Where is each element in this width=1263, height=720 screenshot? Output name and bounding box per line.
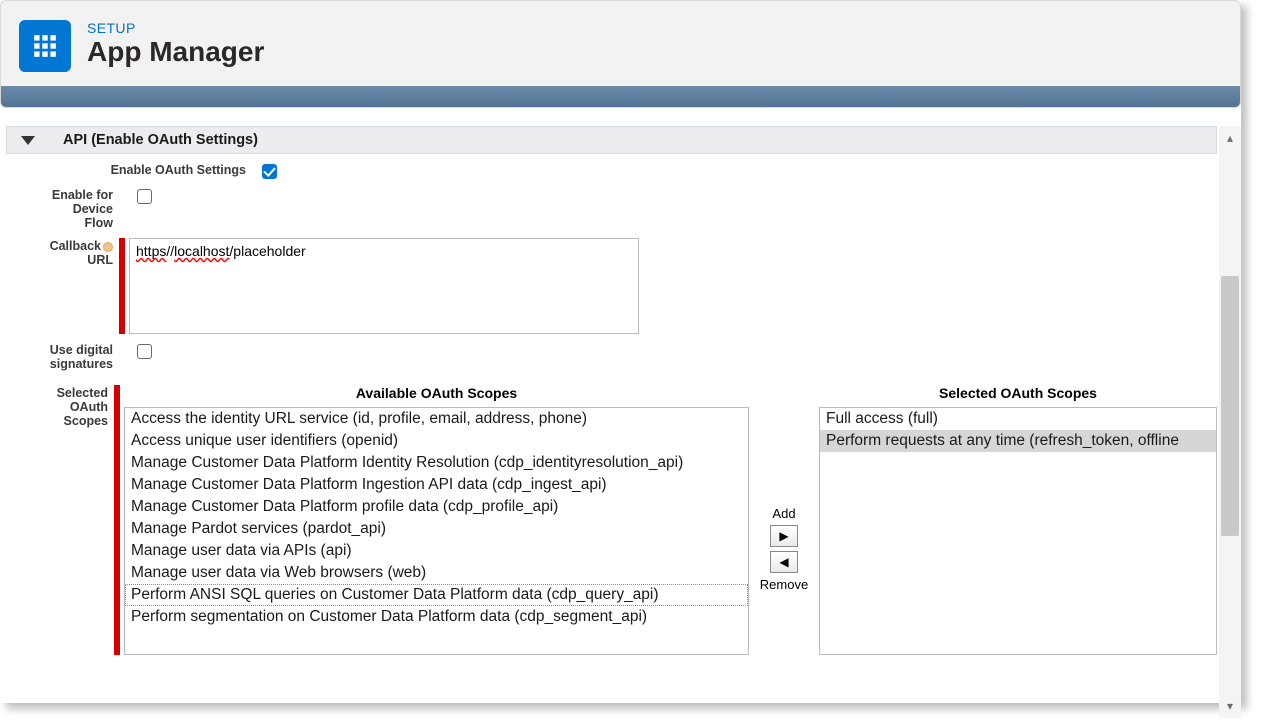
breadcrumb[interactable]: SETUP: [87, 20, 264, 36]
chevron-down-icon: [21, 136, 35, 145]
use-digital-signatures-checkbox[interactable]: [137, 344, 152, 359]
available-scope-option[interactable]: Manage Customer Data Platform Identity R…: [125, 452, 748, 474]
available-scope-option[interactable]: Access unique user identifiers (openid): [125, 430, 748, 452]
available-scope-option[interactable]: Access the identity URL service (id, pro…: [125, 408, 748, 430]
section-header-api-oauth[interactable]: API (Enable OAuth Settings): [6, 126, 1217, 154]
scroll-thumb[interactable]: [1221, 276, 1239, 536]
page-scrollbar[interactable]: ▴ ▾: [1219, 126, 1241, 718]
decorative-band: [0, 86, 1241, 108]
selected-scopes-title: Selected OAuth Scopes: [819, 385, 1217, 401]
apps-grid-icon: [19, 20, 71, 72]
scroll-up-icon[interactable]: ▴: [1219, 126, 1241, 150]
add-label: Add: [772, 506, 795, 521]
use-digital-signatures-label: Use digital signatures: [6, 342, 119, 371]
page-title: App Manager: [87, 36, 264, 68]
selected-scopes-listbox[interactable]: Full access (full)Perform requests at an…: [819, 407, 1217, 655]
remove-label: Remove: [760, 577, 808, 592]
setup-header: SETUP App Manager: [0, 0, 1241, 86]
section-title: API (Enable OAuth Settings): [63, 132, 258, 148]
available-scope-option[interactable]: Manage Pardot services (pardot_api): [125, 518, 748, 540]
add-button[interactable]: ▶: [770, 525, 798, 547]
enable-oauth-label: Enable OAuth Settings: [6, 162, 252, 179]
callback-url-input[interactable]: https//localhost/placeholder: [129, 238, 639, 334]
available-scope-option[interactable]: Perform segmentation on Customer Data Pl…: [125, 606, 748, 628]
required-indicator: [114, 385, 120, 655]
selected-scope-option[interactable]: Full access (full): [820, 408, 1216, 430]
enable-oauth-checkbox[interactable]: [262, 164, 277, 179]
callback-url-label: Callback URL: [6, 238, 119, 334]
available-scopes-title: Available OAuth Scopes: [124, 385, 749, 401]
scroll-down-icon[interactable]: ▾: [1219, 694, 1241, 718]
required-indicator: [119, 238, 125, 334]
available-scope-option[interactable]: Manage Customer Data Platform profile da…: [125, 496, 748, 518]
remove-button[interactable]: ◀: [770, 551, 798, 573]
available-scope-option[interactable]: Manage user data via Web browsers (web): [125, 562, 748, 584]
enable-device-flow-label: Enable for Device Flow: [6, 187, 119, 230]
selected-oauth-scopes-label: Selected OAuth Scopes: [6, 385, 114, 655]
available-scope-option[interactable]: Perform ANSI SQL queries on Customer Dat…: [125, 584, 748, 606]
available-scope-option[interactable]: Manage Customer Data Platform Ingestion …: [125, 474, 748, 496]
available-scope-option[interactable]: Manage user data via APIs (api): [125, 540, 748, 562]
selected-scope-option[interactable]: Perform requests at any time (refresh_to…: [820, 430, 1216, 452]
enable-device-flow-checkbox[interactable]: [137, 189, 152, 204]
help-icon[interactable]: [103, 242, 113, 252]
available-scopes-listbox[interactable]: Access the identity URL service (id, pro…: [124, 407, 749, 655]
